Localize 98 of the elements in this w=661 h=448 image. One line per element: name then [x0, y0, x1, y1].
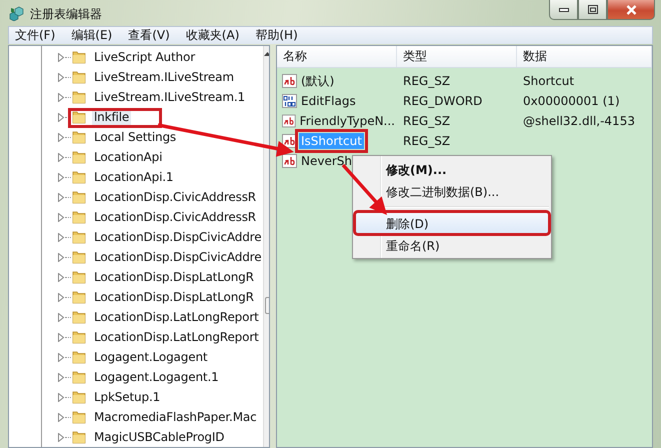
value-name[interactable]: (默认) [299, 72, 336, 90]
tree-item[interactable]: LocationDisp.DispLatLongR [92, 289, 256, 305]
tree-item[interactable]: LocationDisp.DispCivicAddre [92, 249, 264, 265]
expand-arrow-icon[interactable] [58, 272, 64, 282]
tree-item[interactable]: LocationDisp.CivicAddressR [92, 189, 258, 205]
expand-arrow-icon[interactable] [58, 292, 64, 302]
string-value-icon [282, 134, 297, 148]
close-icon [626, 4, 636, 14]
annotation-arrow [342, 164, 387, 215]
expand-arrow-icon[interactable] [58, 92, 64, 102]
minimize-icon [558, 8, 568, 12]
tree-item[interactable]: Local Settings [92, 129, 178, 145]
tree-item[interactable]: LocationDisp.LatLongReport [92, 309, 261, 325]
menu-item[interactable]: 帮助(H) [253, 27, 300, 44]
value-data: 0x00000001 (1) [523, 94, 620, 108]
window-title: 注册表编辑器 [30, 6, 102, 22]
tree-item[interactable]: LocationApi.1 [92, 169, 176, 185]
tree-item[interactable]: LocationDisp.LatLongReport [92, 329, 261, 345]
folder-icon [72, 410, 87, 424]
tree-item[interactable]: Logagent.Logagent [92, 349, 210, 365]
menu-item[interactable]: 删除(D) [355, 212, 549, 234]
value-name[interactable]: NeverSh [299, 153, 354, 169]
value-type: REG_DWORD [403, 94, 482, 108]
tree-item[interactable]: LiveStream.ILiveStream [92, 69, 236, 85]
folder-icon [72, 350, 87, 364]
expand-arrow-icon[interactable] [58, 192, 64, 202]
tree-item[interactable]: LpkSetup.1 [92, 389, 162, 405]
tree-item[interactable]: LocationApi [92, 149, 164, 165]
expand-arrow-icon[interactable] [58, 392, 64, 402]
expand-arrow-icon[interactable] [58, 52, 64, 62]
folder-icon [72, 370, 87, 384]
menu-item[interactable]: 收藏夹(A) [184, 27, 242, 44]
expand-arrow-icon[interactable] [58, 172, 64, 182]
folder-icon [72, 70, 87, 84]
maximize-icon [588, 5, 598, 14]
menu-item[interactable]: 编辑(E) [69, 27, 114, 44]
folder-icon [72, 230, 87, 244]
expand-arrow-icon[interactable] [58, 112, 64, 122]
expand-arrow-icon[interactable] [58, 432, 64, 442]
folder-icon [72, 390, 87, 404]
tree-item[interactable]: LocationDisp.DispLatLongR [92, 269, 256, 285]
expand-arrow-icon[interactable] [58, 232, 64, 242]
folder-icon [72, 210, 87, 224]
folder-icon [72, 170, 87, 184]
value-type: REG_SZ [403, 74, 450, 88]
maximize-button[interactable] [578, 0, 607, 20]
value-type: REG_SZ [403, 114, 450, 128]
expand-arrow-icon[interactable] [58, 72, 64, 82]
menu-item[interactable]: 重命名(R) [355, 234, 549, 256]
tree-item[interactable]: LiveStream.ILiveStream.1 [92, 89, 248, 105]
expand-arrow-icon[interactable] [58, 152, 64, 162]
tree-item[interactable]: MacromediaFlashPaper.Mac [92, 409, 259, 425]
value-name[interactable]: EditFlags [299, 93, 358, 109]
close-button[interactable] [607, 0, 655, 20]
expand-arrow-icon[interactable] [58, 132, 64, 142]
expand-arrow-icon[interactable] [58, 372, 64, 382]
string-value-icon [282, 154, 297, 168]
folder-icon [72, 270, 87, 284]
folder-icon [72, 110, 87, 124]
value-data: Shortcut [523, 74, 574, 88]
tree-item[interactable]: LocationDisp.DispCivicAddre [92, 229, 264, 245]
expand-arrow-icon[interactable] [58, 412, 64, 422]
scrollbar[interactable] [263, 46, 269, 447]
menu-item[interactable]: 文件(F) [13, 27, 58, 44]
folder-icon [72, 330, 87, 344]
tree-item[interactable]: MagicUSBCableProgID [92, 429, 226, 445]
app-icon [8, 5, 24, 21]
folder-icon [72, 150, 87, 164]
folder-icon [72, 290, 87, 304]
minimize-button[interactable] [549, 0, 578, 20]
menu-item[interactable]: 修改(M)... [355, 158, 549, 180]
expand-arrow-icon[interactable] [58, 212, 64, 222]
folder-icon [72, 90, 87, 104]
string-value-icon [282, 114, 296, 128]
menu-item[interactable]: 查看(V) [126, 27, 172, 44]
column-header[interactable]: 数据 [517, 46, 652, 67]
folder-icon [72, 190, 87, 204]
binary-value-icon [282, 94, 297, 108]
folder-icon [72, 50, 87, 64]
tree-item[interactable]: LocationDisp.CivicAddressR [92, 209, 258, 225]
column-header[interactable]: 名称 [277, 46, 397, 67]
expand-arrow-icon[interactable] [58, 252, 64, 262]
string-value-icon [282, 74, 297, 88]
expand-arrow-icon[interactable] [58, 312, 64, 322]
folder-icon [72, 310, 87, 324]
tree-item[interactable]: LiveScript Author [92, 49, 197, 65]
value-name[interactable]: FriendlyTypeN... [298, 113, 397, 129]
folder-icon [72, 130, 87, 144]
column-header[interactable]: 类型 [397, 46, 517, 67]
scroll-up-icon[interactable] [264, 52, 269, 56]
value-data: @shell32.dll,-4153 [523, 114, 635, 128]
expand-arrow-icon[interactable] [58, 332, 64, 342]
folder-icon [72, 430, 87, 444]
value-type: REG_SZ [403, 134, 450, 148]
menu-item[interactable]: 修改二进制数据(B)... [355, 180, 549, 202]
folder-icon [72, 250, 87, 264]
expand-arrow-icon[interactable] [58, 352, 64, 362]
tree-item[interactable]: Logagent.Logagent.1 [92, 369, 221, 385]
